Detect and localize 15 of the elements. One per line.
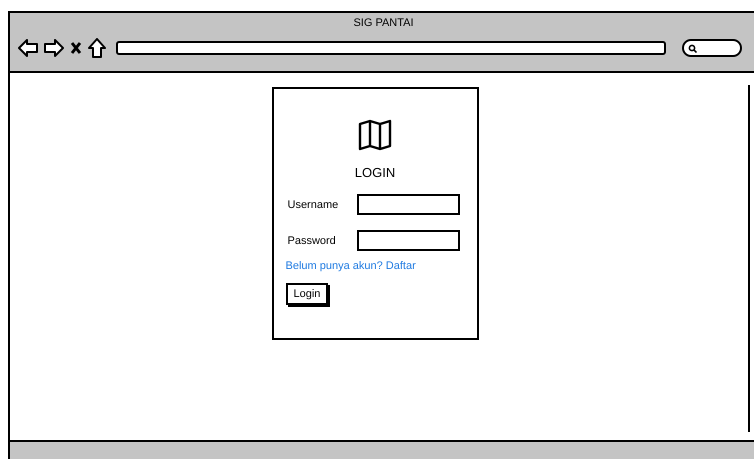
field-label: Username xyxy=(288,198,340,212)
search-icon xyxy=(688,44,697,52)
login-button[interactable]: Login xyxy=(286,283,328,305)
search-field[interactable] xyxy=(682,39,742,57)
forward-icon[interactable] xyxy=(44,39,64,57)
window-title: SIG PANTAI xyxy=(353,16,414,30)
close-icon[interactable] xyxy=(70,41,82,55)
field-label: Password xyxy=(288,234,337,248)
map-icon xyxy=(358,119,392,151)
address-bar[interactable] xyxy=(116,41,666,55)
input-field[interactable] xyxy=(356,230,460,251)
input-field[interactable] xyxy=(356,194,460,215)
login-title: LOGIN xyxy=(354,165,396,181)
register-link[interactable]: Belum punya akun? Daftar xyxy=(286,259,416,273)
back-icon[interactable] xyxy=(18,39,38,57)
